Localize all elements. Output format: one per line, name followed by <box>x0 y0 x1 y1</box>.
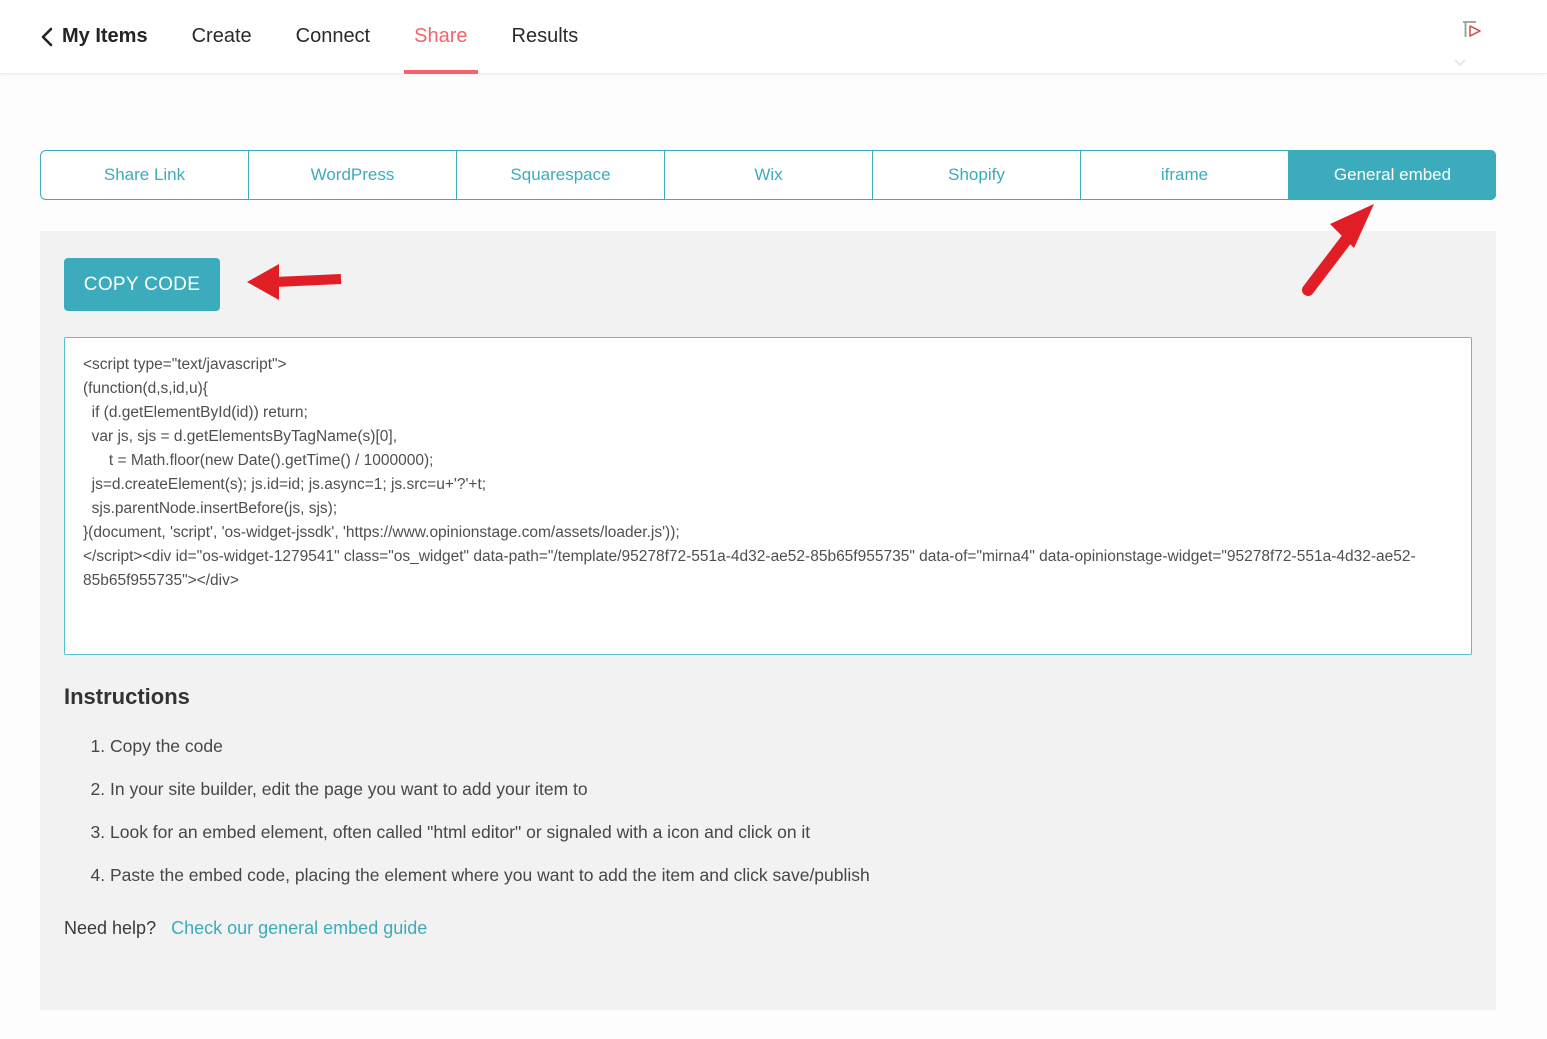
instructions-list: Copy the code In your site builder, edit… <box>64 734 1472 887</box>
need-help-label: Need help? <box>64 918 156 939</box>
copy-code-button[interactable]: COPY CODE <box>64 258 220 311</box>
instructions-title: Instructions <box>64 684 1472 710</box>
nav-item-results[interactable]: Results <box>512 0 579 74</box>
nav-item-create[interactable]: Create <box>192 0 252 74</box>
back-label: My Items <box>62 25 148 48</box>
embed-code-box[interactable]: <script type="text/javascript"> (functio… <box>64 337 1472 655</box>
general-embed-panel: COPY CODE <script type="text/javascript"… <box>40 231 1496 1010</box>
instruction-step: Copy the code <box>110 734 1472 758</box>
presentation-pointer-icon[interactable] <box>1461 20 1483 40</box>
back-to-my-items[interactable]: My Items <box>40 25 148 48</box>
instruction-step: Look for an embed element, often called … <box>110 820 1472 844</box>
need-help-row: Need help? Check our general embed guide <box>64 918 1472 939</box>
tab-share-link[interactable]: Share Link <box>41 151 248 199</box>
nav-item-share[interactable]: Share <box>414 0 467 74</box>
chevron-down-icon <box>1453 55 1467 65</box>
tab-iframe[interactable]: iframe <box>1080 151 1288 199</box>
instruction-step: Paste the embed code, placing the elemen… <box>110 863 1472 887</box>
tab-shopify[interactable]: Shopify <box>872 151 1080 199</box>
back-chevron-icon <box>40 27 53 47</box>
tab-wix[interactable]: Wix <box>664 151 872 199</box>
tab-squarespace[interactable]: Squarespace <box>456 151 664 199</box>
share-method-tabs: Share Link WordPress Squarespace Wix Sho… <box>40 150 1496 200</box>
tab-general-embed[interactable]: General embed <box>1288 150 1496 200</box>
tab-wordpress[interactable]: WordPress <box>248 151 456 199</box>
top-navigation: My Items Create Connect Share Results <box>0 0 1547 74</box>
nav-item-connect[interactable]: Connect <box>296 0 371 74</box>
instruction-step: In your site builder, edit the page you … <box>110 777 1472 801</box>
general-embed-guide-link[interactable]: Check our general embed guide <box>171 918 427 939</box>
